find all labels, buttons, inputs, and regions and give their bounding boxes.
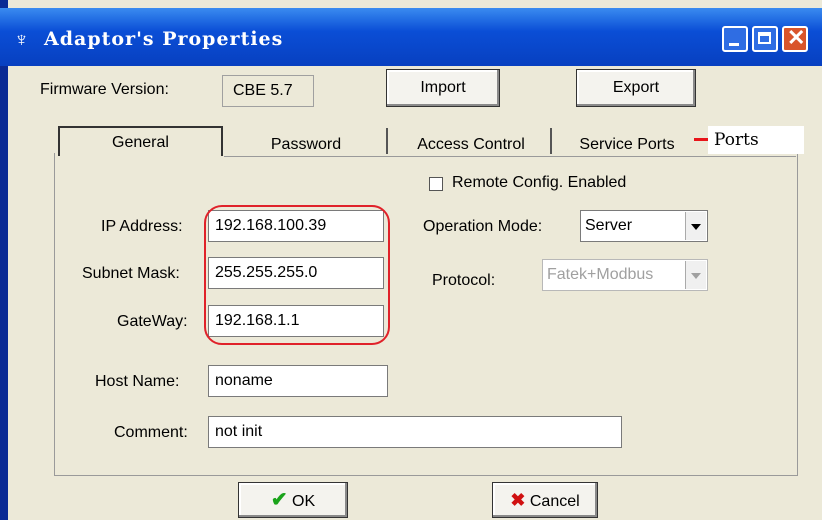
- tab-general[interactable]: General: [58, 126, 223, 156]
- title-bar[interactable]: ♆ Adaptor's Properties ✕: [0, 8, 822, 66]
- subnet-mask-label: Subnet Mask:: [82, 265, 180, 282]
- remote-config-label: Remote Config. Enabled: [452, 174, 627, 191]
- gateway-label: GateWay:: [117, 313, 188, 330]
- protocol-label: Protocol:: [432, 272, 496, 289]
- operation-mode-label: Operation Mode:: [423, 218, 543, 235]
- close-icon: ✕: [787, 25, 806, 50]
- checkmark-icon: ✔: [270, 489, 288, 511]
- chevron-down-icon: [685, 212, 706, 240]
- host-name-field[interactable]: noname: [208, 365, 388, 397]
- tab-separator: [550, 128, 552, 154]
- cancel-button[interactable]: ✖ Cancel: [492, 482, 598, 518]
- remote-config-checkbox[interactable]: [429, 177, 443, 191]
- cancel-label: Cancel: [529, 493, 580, 510]
- minimize-button[interactable]: [722, 26, 748, 52]
- export-button[interactable]: Export: [576, 69, 696, 107]
- tab-access-control[interactable]: Access Control: [396, 130, 546, 160]
- comment-field[interactable]: not init: [208, 416, 622, 448]
- ports-annotation: Ports: [708, 126, 804, 154]
- protocol-value: Fatek+Modbus: [547, 266, 654, 283]
- tab-service-ports[interactable]: Service Ports: [560, 130, 694, 160]
- adaptor-app-icon: ♆: [14, 29, 29, 51]
- tab-separator: [386, 128, 388, 154]
- operation-mode-value: Server: [585, 217, 633, 234]
- firmware-version-label: Firmware Version:: [40, 81, 169, 98]
- firmware-version-value: CBE 5.7: [222, 75, 314, 107]
- host-name-label: Host Name:: [95, 373, 180, 390]
- ok-label: OK: [292, 493, 316, 510]
- maximize-button[interactable]: [752, 26, 778, 52]
- cancel-x-icon: ✖: [510, 490, 526, 510]
- import-button[interactable]: Import: [386, 69, 500, 107]
- comment-label: Comment:: [114, 424, 188, 441]
- ip-address-label: IP Address:: [101, 218, 183, 235]
- chevron-down-icon: [685, 261, 706, 289]
- ok-button[interactable]: ✔ OK: [238, 482, 348, 518]
- highlight-oval: [204, 205, 390, 345]
- tab-password[interactable]: Password: [232, 130, 380, 160]
- window-title: Adaptor's Properties: [44, 28, 284, 50]
- close-button[interactable]: ✕: [782, 25, 808, 52]
- protocol-select: Fatek+Modbus: [542, 259, 708, 291]
- operation-mode-select[interactable]: Server: [580, 210, 708, 242]
